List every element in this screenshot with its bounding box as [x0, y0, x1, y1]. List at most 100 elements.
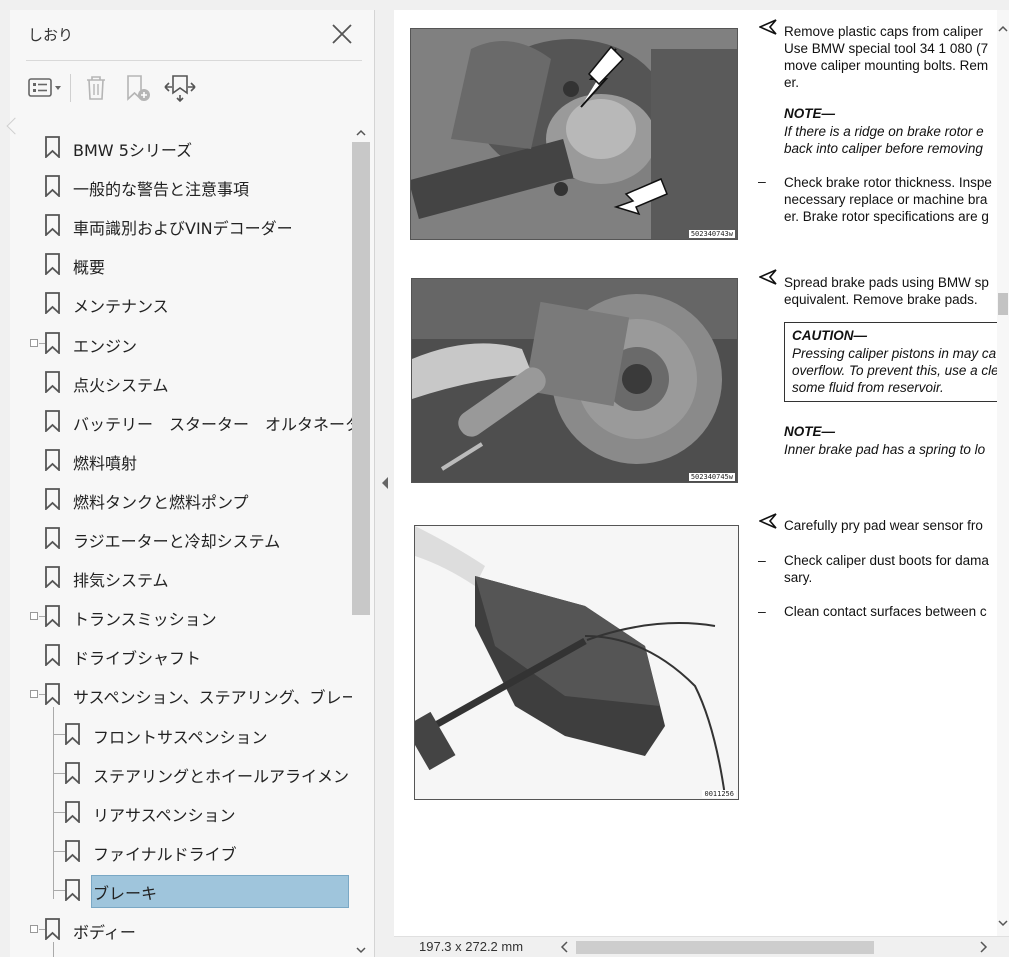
bookmark-icon — [45, 253, 60, 276]
bookmark-item[interactable]: ドライブシャフト — [10, 638, 352, 672]
bookmark-item[interactable]: 一般的な警告と注意事項 — [10, 169, 352, 203]
bookmark-item[interactable]: 燃料タンクと燃料ポンプ — [10, 482, 352, 516]
bookmark-item[interactable]: 概要 — [10, 247, 352, 281]
bookmark-label: ステアリングとホイールアライメント — [93, 766, 352, 786]
bookmark-item[interactable]: ボディー — [10, 912, 352, 946]
add-bookmark-button[interactable] — [119, 70, 157, 106]
scroll-right-icon[interactable] — [978, 941, 988, 953]
scroll-down-icon[interactable] — [998, 918, 1008, 928]
bookmark-label: リアサスペンション — [93, 805, 236, 825]
bookmark-label: 一般的な警告と注意事項 — [73, 180, 250, 200]
bookmark-icon — [45, 527, 60, 549]
arrow-pointer-icon — [759, 19, 777, 35]
status-bar: 197.3 x 272.2 mm — [394, 936, 1009, 957]
photo-caption: 502340743w — [688, 230, 735, 238]
bookmark-item[interactable]: 排気システム — [10, 560, 352, 594]
bookmark-item[interactable]: リアサスペンション — [10, 795, 352, 829]
step-text: necessary replace or machine bra — [784, 192, 988, 207]
arrow-pointer-icon — [759, 513, 777, 529]
bookmark-item[interactable]: ブレーキ — [10, 873, 352, 908]
scroll-up-icon[interactable] — [356, 128, 366, 138]
bookmarks-toolbar — [26, 68, 203, 108]
bookmark-icon — [45, 136, 60, 158]
horizontal-scrollbar[interactable] — [558, 938, 998, 956]
scroll-left-icon[interactable] — [560, 941, 570, 953]
bookmark-label: エンジン — [73, 336, 138, 356]
close-panel-button[interactable] — [330, 22, 354, 46]
document-scrollbar[interactable] — [997, 10, 1009, 936]
bookmark-icon — [45, 683, 60, 706]
step-text: Spread brake pads using BMW sp — [784, 275, 989, 290]
caution-text: overflow. To prevent this, use a cle — [792, 363, 997, 378]
bookmark-label: ドライブシャフト — [73, 649, 202, 669]
photo-caption: 0011256 — [702, 790, 736, 798]
expand-toggle[interactable] — [30, 690, 38, 699]
bookmark-item[interactable]: 燃料噴射 — [10, 443, 352, 477]
options-menu-button[interactable] — [26, 70, 64, 106]
list-options-icon — [28, 78, 61, 97]
bookmark-item[interactable]: ステアリングとホイールアライメント — [10, 756, 352, 790]
tree-connector — [53, 942, 54, 957]
bookmark-item[interactable]: フロントサスペンション — [10, 717, 352, 751]
scroll-up-icon[interactable] — [998, 24, 1008, 34]
trash-icon — [87, 76, 105, 100]
expand-toggle[interactable] — [30, 925, 38, 933]
scroll-thumb[interactable] — [998, 293, 1008, 315]
scroll-thumb[interactable] — [352, 142, 370, 615]
expand-toggle[interactable] — [30, 612, 38, 621]
bookmark-item[interactable]: エンジン — [10, 326, 352, 360]
bookmark-item[interactable]: 点火システム — [10, 365, 352, 399]
bookmark-label: 概要 — [73, 258, 106, 278]
step-text: equivalent. Remove brake pads. — [784, 292, 978, 307]
bookmark-label: ボディー — [73, 923, 136, 942]
note-text: If there is a ridge on brake rotor e — [784, 124, 984, 139]
photo-brake-pads: 502340745w — [411, 278, 738, 483]
delete-bookmark-button[interactable] — [77, 70, 115, 106]
bookmark-item[interactable]: トランスミッション — [10, 599, 352, 633]
bookmark-item[interactable]: 車両識別およびVINデコーダー — [10, 208, 352, 242]
document-page: 502340743w Remove plastic caps from cali… — [394, 10, 997, 936]
scroll-down-icon[interactable] — [356, 945, 366, 955]
bookmark-icon — [45, 292, 60, 315]
step-text: Carefully pry pad wear sensor fro — [784, 518, 983, 533]
arrow-pointer-icon — [759, 269, 777, 285]
step-text: er. Brake rotor specifications are g — [784, 209, 989, 224]
wear-sensor-photo-image — [415, 526, 738, 799]
bookmark-label: バッテリー スターター オルタネーター — [73, 414, 352, 434]
bookmark-icon — [45, 214, 60, 237]
bookmark-item[interactable]: ラジエーターと冷却システム — [10, 521, 352, 555]
bookmark-label: BMW 5シリーズ — [73, 141, 193, 160]
bookmark-item[interactable]: ファイナルドライブ — [10, 834, 352, 868]
bookmark-item[interactable]: バッテリー スターター オルタネーター — [10, 404, 352, 438]
note-heading: NOTE— — [784, 424, 836, 439]
panel-divider — [26, 60, 362, 61]
bookmark-label: 燃料タンクと燃料ポンプ — [73, 492, 249, 512]
bookmark-icon — [45, 918, 60, 940]
dash-bullet: – — [758, 552, 766, 568]
photo-caption: 502340745w — [688, 473, 735, 481]
caliper-photo-image — [411, 29, 737, 239]
bookmark-add-icon — [127, 75, 150, 101]
brake-pads-photo-image — [412, 279, 737, 482]
expand-bookmark-button[interactable] — [161, 70, 199, 106]
step-text: Check brake rotor thickness. Inspe — [784, 175, 992, 190]
bookmarks-scrollbar[interactable] — [352, 128, 370, 957]
expand-toggle[interactable] — [30, 338, 38, 347]
dash-bullet: – — [758, 173, 766, 189]
bookmark-label: 排気システム — [73, 571, 169, 591]
bookmark-icon — [45, 175, 60, 198]
collapse-panel-icon[interactable] — [380, 476, 390, 490]
bookmark-item[interactable]: メンテナンス — [10, 286, 352, 320]
step-text: Remove plastic caps from caliper — [784, 24, 983, 39]
bookmark-item[interactable]: BMW 5シリーズ — [10, 130, 352, 164]
bookmark-icon — [45, 409, 60, 432]
bookmark-label: 燃料噴射 — [73, 453, 138, 473]
panel-splitter[interactable] — [376, 10, 394, 957]
page-size-label: 197.3 x 272.2 mm — [419, 939, 524, 954]
caution-text: Pressing caliper pistons in may ca — [792, 346, 997, 361]
bookmark-label: 点火システム — [73, 375, 169, 395]
bookmark-label: ラジエーターと冷却システム — [73, 532, 281, 551]
scroll-thumb[interactable] — [576, 941, 874, 954]
bookmark-label: 車両識別およびVINデコーダー — [73, 219, 293, 239]
bookmark-item[interactable]: サスペンション、ステアリング、ブレーキ全般 — [10, 677, 352, 711]
